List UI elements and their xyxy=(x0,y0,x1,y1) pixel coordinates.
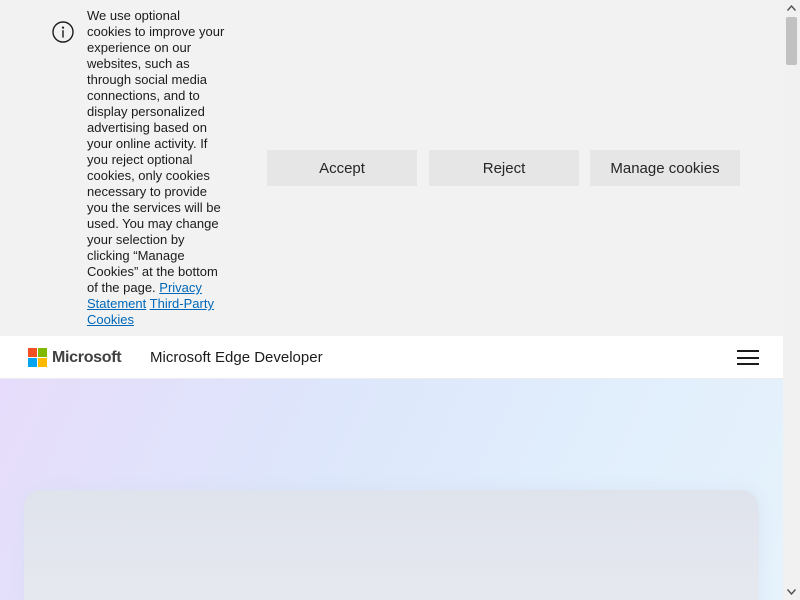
page-viewport: We use optional cookies to improve your … xyxy=(0,0,783,600)
microsoft-logo[interactable]: Microsoft xyxy=(28,348,122,367)
scroll-down-button[interactable] xyxy=(783,584,800,600)
menu-bar xyxy=(737,356,759,359)
logo-square-red xyxy=(28,348,37,357)
arrow-up-icon xyxy=(787,5,796,11)
arrow-down-icon xyxy=(787,589,796,595)
info-icon xyxy=(52,21,74,43)
manage-cookies-button[interactable]: Manage cookies xyxy=(590,150,740,186)
hero-card xyxy=(24,490,759,600)
menu-bar xyxy=(737,363,759,365)
hero-section xyxy=(0,379,783,600)
site-header: Microsoft Microsoft Edge Developer xyxy=(0,336,783,379)
cookie-message: We use optional cookies to improve your … xyxy=(87,8,227,328)
logo-square-yellow xyxy=(38,358,47,367)
logo-square-blue xyxy=(28,358,37,367)
hamburger-icon[interactable] xyxy=(737,348,759,367)
cookie-banner: We use optional cookies to improve your … xyxy=(0,0,783,336)
menu-bar xyxy=(737,350,759,352)
accept-button[interactable]: Accept xyxy=(267,150,417,186)
logo-square-green xyxy=(38,348,47,357)
vertical-scrollbar[interactable] xyxy=(783,0,800,600)
scroll-up-button[interactable] xyxy=(783,0,800,16)
microsoft-logo-icon xyxy=(28,348,47,367)
microsoft-wordmark: Microsoft xyxy=(52,349,122,366)
scroll-thumb[interactable] xyxy=(786,17,797,65)
reject-button[interactable]: Reject xyxy=(429,150,579,186)
cookie-message-text: We use optional cookies to improve your … xyxy=(87,8,225,295)
site-title-link[interactable]: Microsoft Edge Developer xyxy=(150,349,323,367)
